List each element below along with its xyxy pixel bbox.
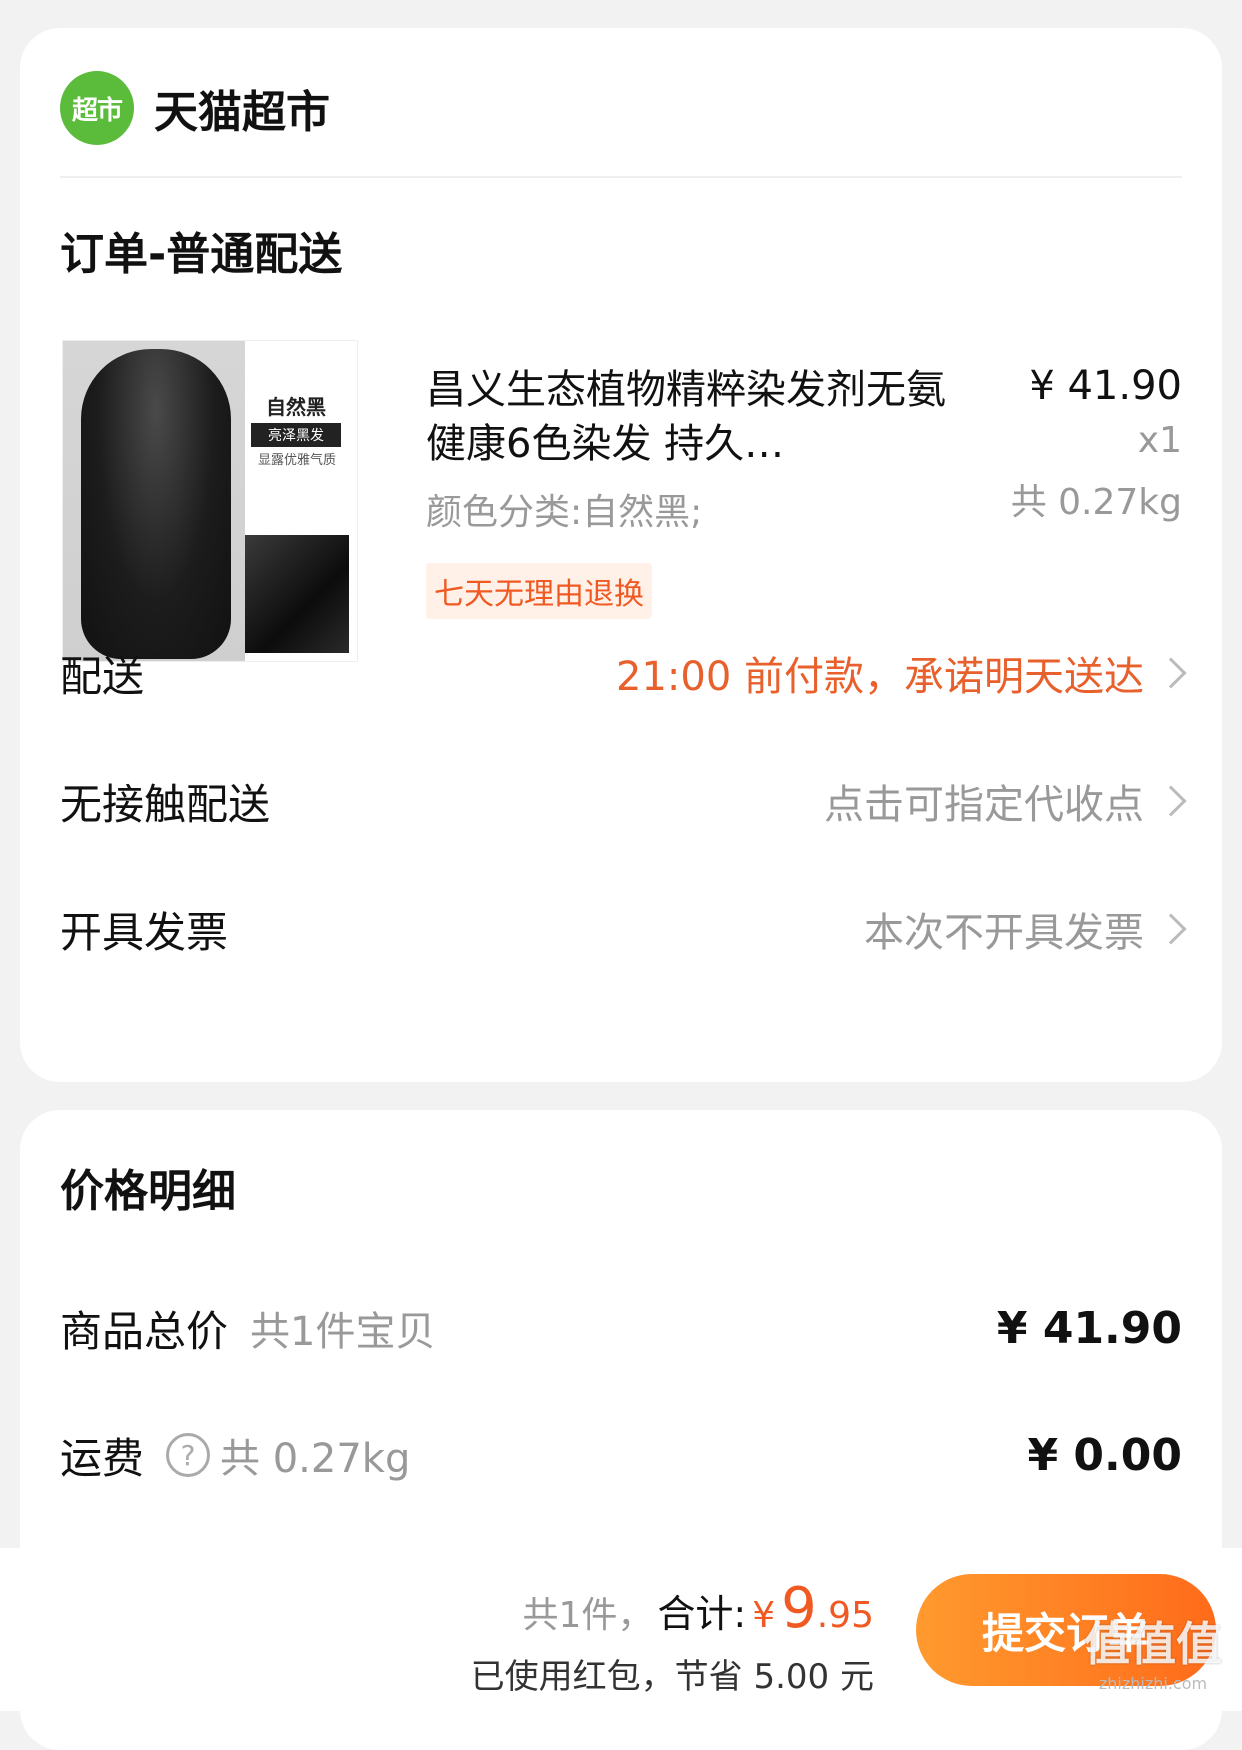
chevron-right-icon — [1155, 785, 1187, 817]
delivery-row[interactable]: 配送 21:00 前付款，承诺明天送达 — [60, 638, 1187, 708]
invoice-label: 开具发票 — [60, 907, 229, 957]
product-image-badge: 亮泽黑发 — [251, 423, 341, 447]
invoice-row[interactable]: 开具发票 本次不开具发票 — [60, 894, 1187, 964]
order-summary: 共1件， 合计: ¥ 9.95 已使用红包，节省 5.00 元 — [471, 1576, 874, 1698]
order-card: 超市 天猫超市 订单-普通配送 自然黑 亮泽黑发 显露优雅气质 昌义生态植物精粹… — [20, 28, 1222, 1082]
total-integer: 9 — [781, 1576, 817, 1641]
product-image-color-name: 自然黑 — [266, 395, 326, 419]
invoice-value: 本次不开具发票 — [864, 900, 1187, 958]
watermark-logo: 值值值 — [1084, 1617, 1222, 1671]
goods-total-label: 商品总价 — [60, 1306, 229, 1356]
product-title[interactable]: 昌义生态植物精粹染发剂无氨健康6色染发 持久… — [426, 363, 946, 471]
delivery-value: 21:00 前付款，承诺明天送达 — [616, 644, 1187, 702]
goods-count: 共1件宝贝 — [250, 1309, 436, 1355]
store-logo-icon: 超市 — [60, 71, 134, 145]
product-image-photo — [63, 341, 245, 661]
divider — [60, 176, 1182, 178]
contactless-label: 无接触配送 — [60, 779, 271, 829]
product-image-swatch — [245, 535, 349, 653]
total-decimal: .95 — [816, 1595, 874, 1636]
goods-total-amount: ¥ 41.90 — [996, 1302, 1182, 1354]
watermark: 值值值 zhizhizhi.com — [1084, 1608, 1222, 1693]
shipping-weight: 共 0.27kg — [220, 1436, 411, 1482]
shipping-label: 运费 — [60, 1433, 145, 1483]
store-name: 天猫超市 — [154, 87, 330, 138]
product-weight: 共 0.27kg — [1010, 482, 1182, 523]
product-price: ¥ 41.90 — [1029, 363, 1182, 409]
product-spec: 颜色分类:自然黑; — [426, 492, 703, 533]
item-count: 共1件， — [522, 1595, 654, 1636]
goods-total-row: 商品总价 共1件宝贝 ¥ 41.90 — [60, 1293, 1182, 1363]
store-header[interactable]: 超市 天猫超市 — [60, 58, 330, 158]
currency-symbol: ¥ — [752, 1595, 776, 1636]
product-quantity: x1 — [1137, 420, 1182, 461]
delivery-label: 配送 — [60, 651, 145, 701]
order-title: 订单-普通配送 — [60, 229, 343, 280]
watermark-url: zhizhizhi.com — [1098, 1674, 1208, 1693]
help-icon[interactable]: ? — [166, 1433, 211, 1477]
chevron-right-icon — [1155, 657, 1187, 689]
product-image[interactable]: 自然黑 亮泽黑发 显露优雅气质 — [62, 340, 358, 662]
total-label: 合计: — [657, 1592, 747, 1636]
return-policy-tag: 七天无理由退换 — [426, 563, 652, 619]
contactless-value: 点击可指定代收点 — [824, 772, 1187, 830]
shipping-amount: ¥ 0.00 — [1027, 1429, 1183, 1481]
contactless-delivery-row[interactable]: 无接触配送 点击可指定代收点 — [60, 766, 1187, 836]
checkout-bar: 共1件， 合计: ¥ 9.95 已使用红包，节省 5.00 元 提交订单 — [0, 1548, 1242, 1711]
shipping-row: 运费 ? 共 0.27kg ¥ 0.00 — [60, 1420, 1182, 1490]
saving-note: 已使用红包，节省 5.00 元 — [470, 1657, 874, 1697]
product-image-caption: 显露优雅气质 — [257, 453, 336, 468]
price-detail-title: 价格明细 — [60, 1166, 236, 1217]
chevron-right-icon — [1155, 913, 1187, 945]
